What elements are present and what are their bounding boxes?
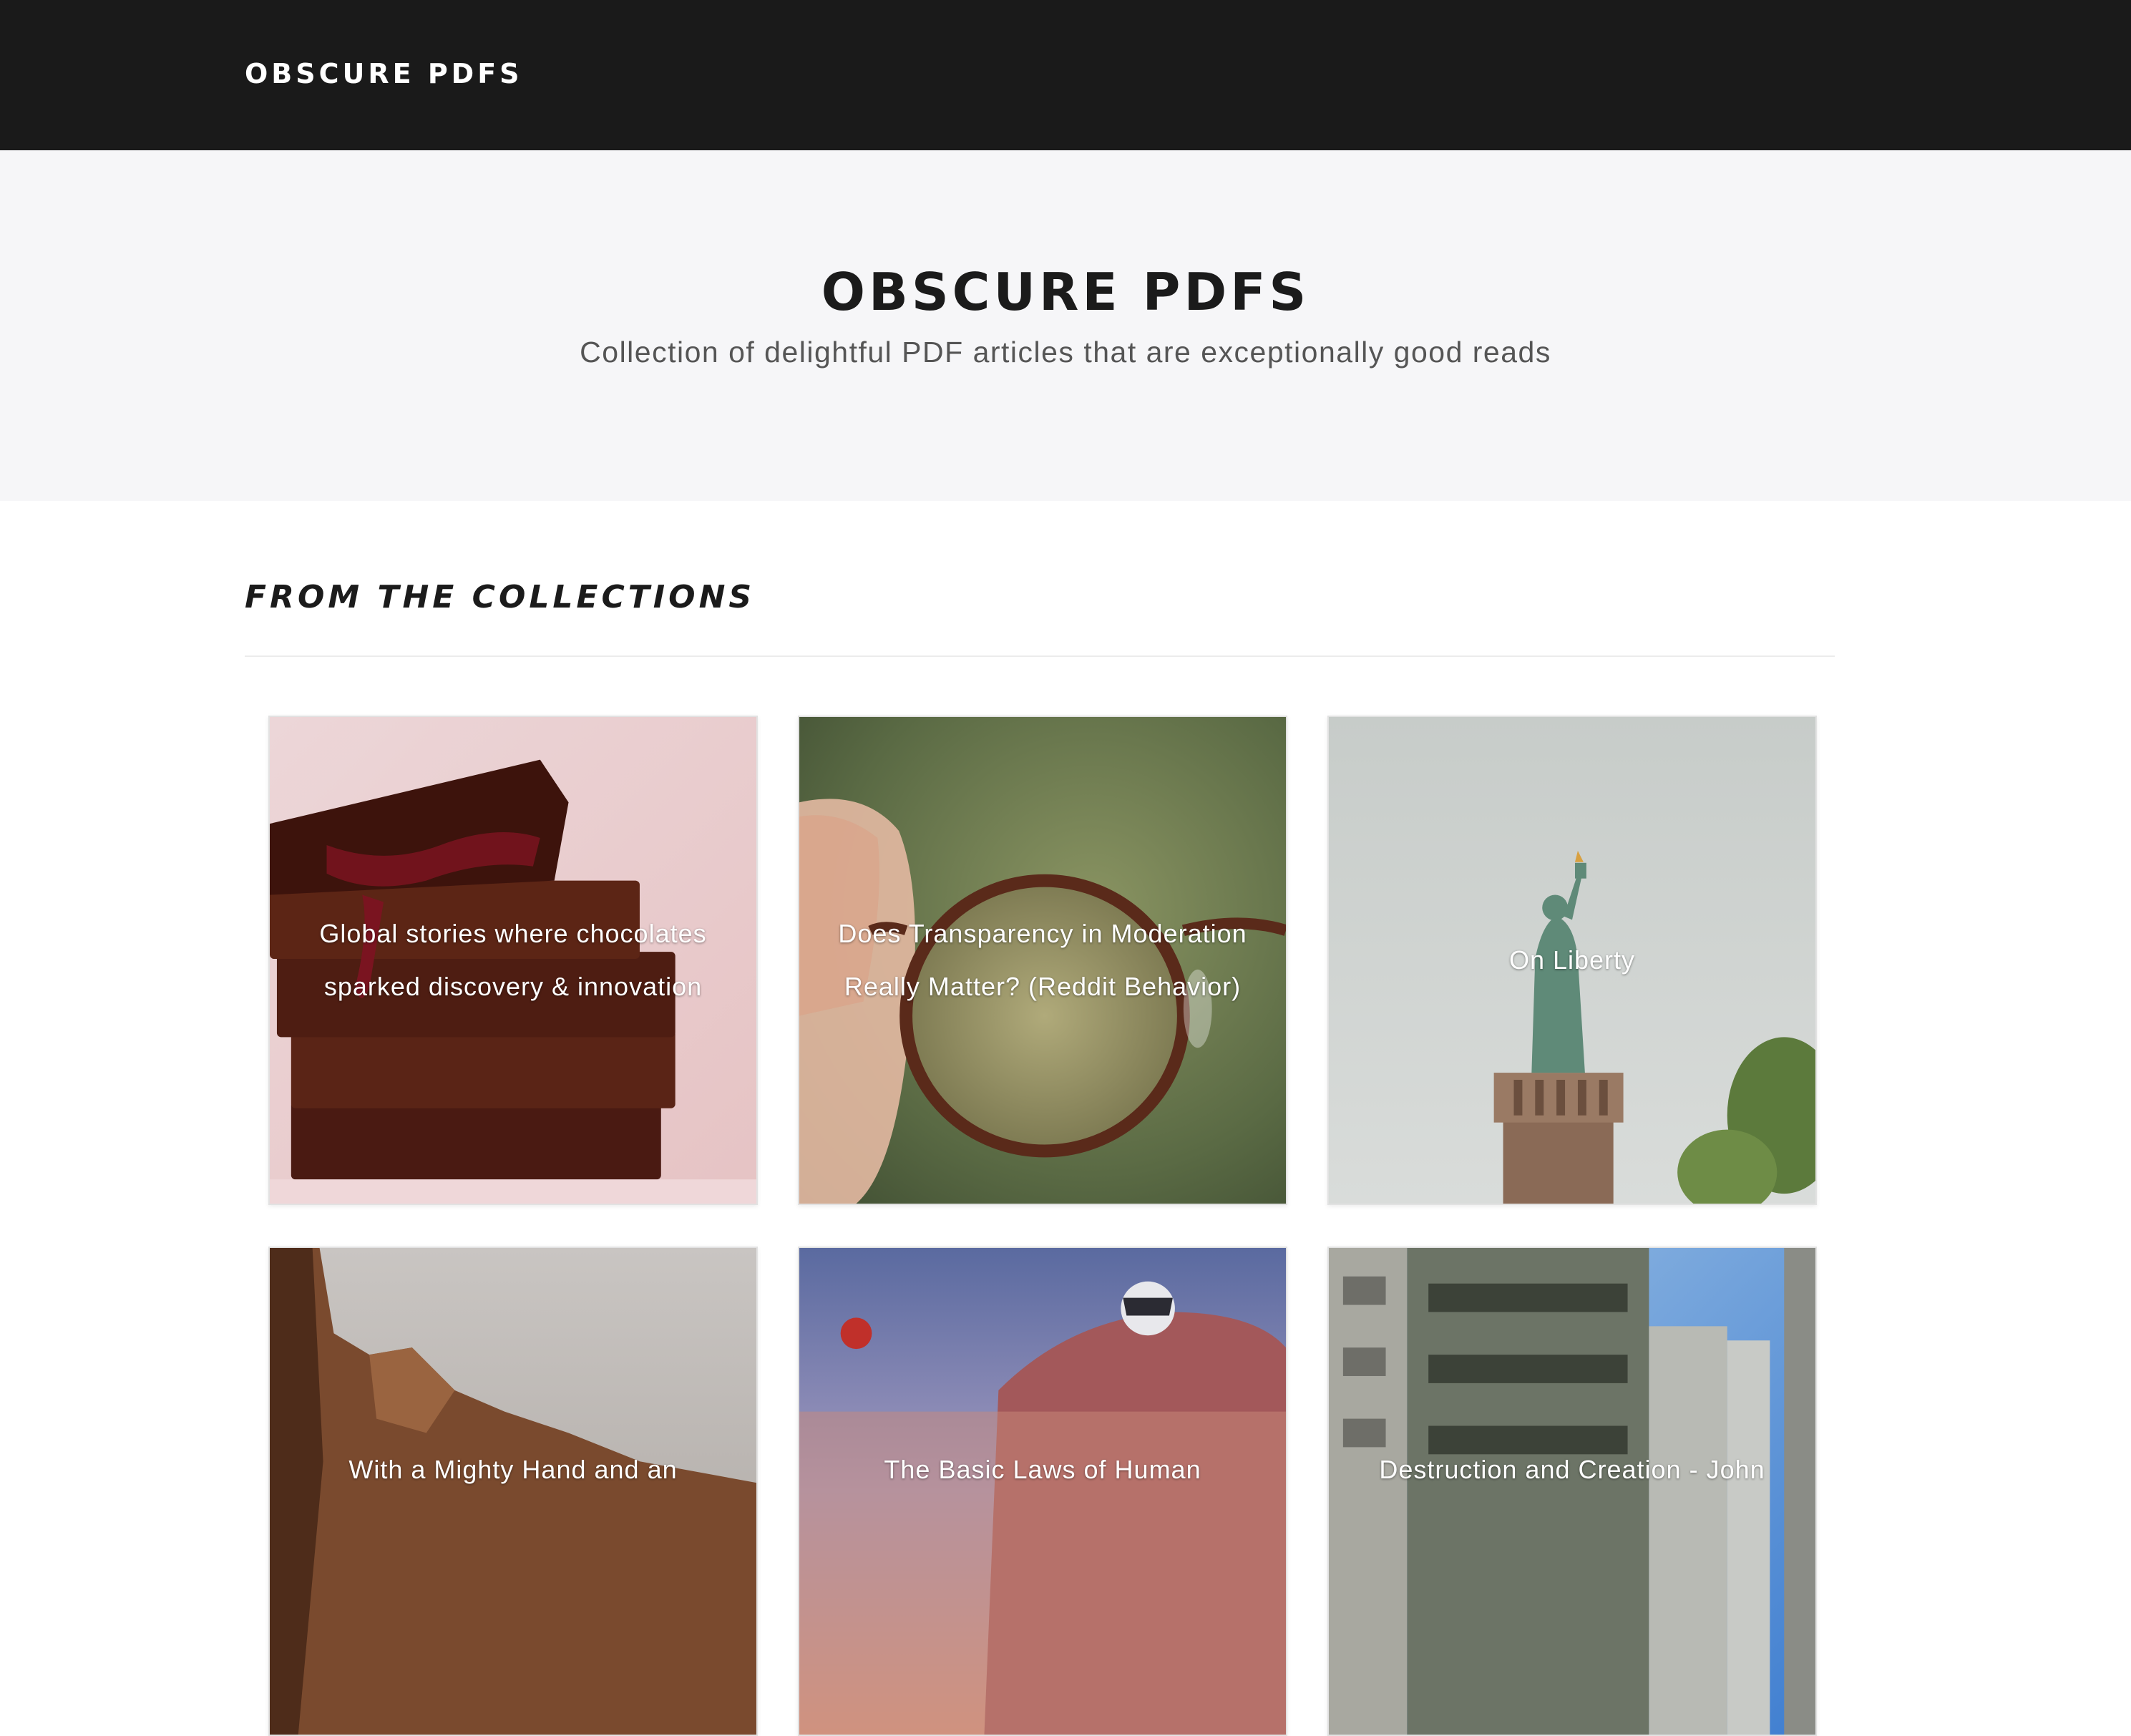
card-title: Does Transparency in Moderation Really M… <box>838 919 1247 1001</box>
top-navbar: OBSCURE PDFS <box>0 0 2131 150</box>
card-title: Destruction and Creation - John <box>1379 1455 1765 1484</box>
section-divider <box>245 655 1835 657</box>
section-heading: FROM THE COLLECTIONS <box>245 579 756 615</box>
brand-logo-link[interactable]: OBSCURE PDFS <box>245 56 523 92</box>
page-title: OBSCURE PDFS <box>821 262 1310 322</box>
card-title: With a Mighty Hand and an <box>348 1455 678 1484</box>
card-title: Global stories where chocolates sparked … <box>319 919 707 1001</box>
card-title: The Basic Laws of Human <box>884 1455 1201 1484</box>
article-card-transparency[interactable]: Does Transparency in Moderation Really M… <box>798 716 1287 1205</box>
article-card-basic-laws[interactable]: The Basic Laws of Human <box>798 1247 1287 1736</box>
hero-banner: OBSCURE PDFS Collection of delightful PD… <box>0 150 2131 501</box>
article-card-chocolates[interactable]: Global stories where chocolates sparked … <box>268 716 758 1205</box>
article-card-destruction-creation[interactable]: Destruction and Creation - John <box>1327 1247 1817 1736</box>
page-subtitle: Collection of delightful PDF articles th… <box>580 336 1551 369</box>
article-card-mighty-hand[interactable]: With a Mighty Hand and an <box>268 1247 758 1736</box>
article-card-on-liberty[interactable]: On Liberty <box>1327 716 1817 1205</box>
card-title: On Liberty <box>1508 945 1636 975</box>
